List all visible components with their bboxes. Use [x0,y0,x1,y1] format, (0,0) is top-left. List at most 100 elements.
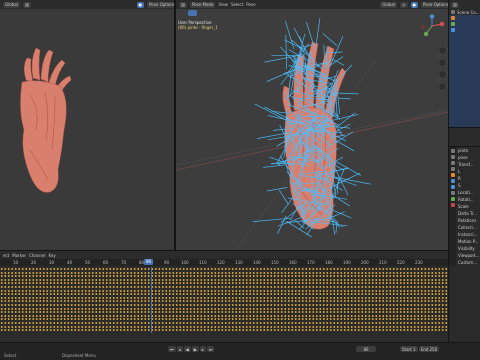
prop-row[interactable]: pinte [456,147,480,154]
keyframe-row[interactable] [0,268,448,270]
transport-controls: ⏮ ◂ ◀ ▶ ▸ ⏭ [168,346,215,352]
hair-strand [263,164,287,168]
jump-end-button[interactable]: ⏭ [206,346,215,352]
prop-row: S [458,183,461,188]
end-frame-field[interactable]: End 250 [418,346,440,352]
particles-tab-icon[interactable] [450,185,455,189]
ruler-tick-label: 120 [217,260,225,265]
hand-pan-icon[interactable] [438,58,447,67]
keyframe-row[interactable] [0,286,448,288]
keyframe-row[interactable] [0,296,448,299]
render-tab-icon[interactable] [450,155,455,159]
hair-strand [279,190,289,205]
prop-row[interactable]: Visibility [456,245,480,252]
hair-strand [315,18,321,46]
prop-row[interactable]: Delta Tr... [456,210,480,217]
tool-tab-icon[interactable] [450,149,455,153]
hair-strand [252,217,292,222]
ruler-tick-label: 70 [121,260,127,265]
keyframe-row[interactable] [0,271,448,274]
play-reverse-button[interactable]: ◀ [183,346,191,352]
dopesheet[interactable]: ect Marker Channel Key 10 20 30 40 50 60… [0,250,448,342]
ruler-tick-label: 60 [103,260,109,265]
prop-row[interactable]: Motion P... [456,238,480,245]
keyframe-channels[interactable] [0,267,448,333]
data-tab-icon[interactable] [450,203,455,207]
status-left: Select [4,353,17,358]
scene-tab-icon[interactable] [450,167,455,171]
menu-key[interactable]: Key [48,253,55,258]
keyframe-row[interactable] [0,322,448,324]
outliner-scene-label: Scene Co... [457,9,480,15]
current-frame-indicator[interactable]: 86 [144,259,154,265]
prop-row[interactable]: Scale [456,203,480,210]
current-frame-field[interactable]: 86 [356,346,376,352]
keyframe-row[interactable] [0,304,448,306]
prop-row: R [458,176,461,181]
ruler-tick-label: 90 [164,260,170,265]
frame-ruler[interactable]: 10 20 30 40 50 60 70 80 90 100 110 120 1… [0,259,448,266]
keyframe-row[interactable] [0,293,448,296]
menu-channel[interactable]: Channel [29,253,45,258]
prop-row[interactable]: Locati... [456,189,480,196]
hair-strand [334,139,355,152]
ruler-tick-label: 220 [397,260,405,265]
next-keyframe-button[interactable]: ▸ [199,346,206,352]
keyframe-row[interactable] [0,282,448,285]
ruler-tick-label: 40 [67,260,73,265]
prop-row[interactable]: Custom... [456,259,480,266]
prop-row[interactable]: Viewport... [456,252,480,259]
output-tab-icon[interactable] [450,161,455,165]
keyframe-row[interactable] [0,278,448,281]
keyframe-row[interactable] [0,300,448,303]
left-viewport[interactable]: Global ● Pose Options [0,0,180,250]
hair-particle-scene [176,18,448,250]
outliner-header [449,0,480,9]
physics-tab-icon[interactable] [450,191,455,195]
keyframe-row[interactable] [0,311,448,314]
outliner-editor-button[interactable] [451,1,459,8]
hair-strand [335,92,359,95]
keyframe-row[interactable] [0,329,448,332]
start-label: Start [402,346,412,352]
jump-start-button[interactable]: ⏮ [168,346,176,352]
camera-icon[interactable] [438,70,447,79]
ruler-tick-label: 110 [199,260,207,265]
ruler-tick-label: 180 [325,260,333,265]
keyframe-row[interactable] [0,275,448,278]
object-tab-icon[interactable] [450,173,455,177]
keyframe-row[interactable] [0,325,448,328]
right-panel: Scene Co... pinte pose Transf... L R S L… [448,0,480,350]
menu-select-partial[interactable]: ect [3,253,9,258]
prop-row[interactable]: Instanci... [456,231,480,238]
grid-icon[interactable] [438,82,447,91]
modifier-tab-icon[interactable] [450,179,455,183]
menu-marker[interactable]: Marker [12,253,26,258]
keyframe-row[interactable] [0,307,448,310]
prop-row[interactable]: Collecti... [456,224,480,231]
playback-bar: ⏮ ◂ ◀ ▶ ▸ ⏭ 86 Start 1 End 250 Select Do… [0,342,480,360]
constraint-tab-icon[interactable] [450,197,455,201]
play-button[interactable]: ▶ [191,346,199,352]
ruler-tick-label: 160 [289,260,297,265]
keyframe-row[interactable] [0,314,448,317]
prop-row[interactable]: Relations [456,217,480,224]
keyframe-row[interactable] [0,289,448,292]
playhead-line[interactable] [151,267,152,333]
hand-model-left [20,47,72,193]
prop-row[interactable]: Rotati... [456,196,480,203]
main-viewport[interactable]: Pose Mode View Select Pose Global ◎ ● Po… [176,0,454,250]
status-menu: Dopesheet Menu [62,353,96,358]
outliner-row[interactable] [449,27,480,33]
ruler-tick-label: 170 [307,260,315,265]
outliner: Scene Co... [449,9,480,127]
zoom-icon[interactable] [438,46,447,55]
prop-row[interactable]: Transf... [456,161,480,168]
keyframe-row[interactable] [0,318,448,321]
start-frame-field[interactable]: Start 1 [400,346,418,352]
prev-keyframe-button[interactable]: ◂ [176,346,183,352]
prop-row[interactable]: pose [456,154,480,161]
end-label: End [420,346,429,352]
navigation-gizmo[interactable] [420,14,445,38]
ruler-tick-label: 20 [31,260,37,265]
